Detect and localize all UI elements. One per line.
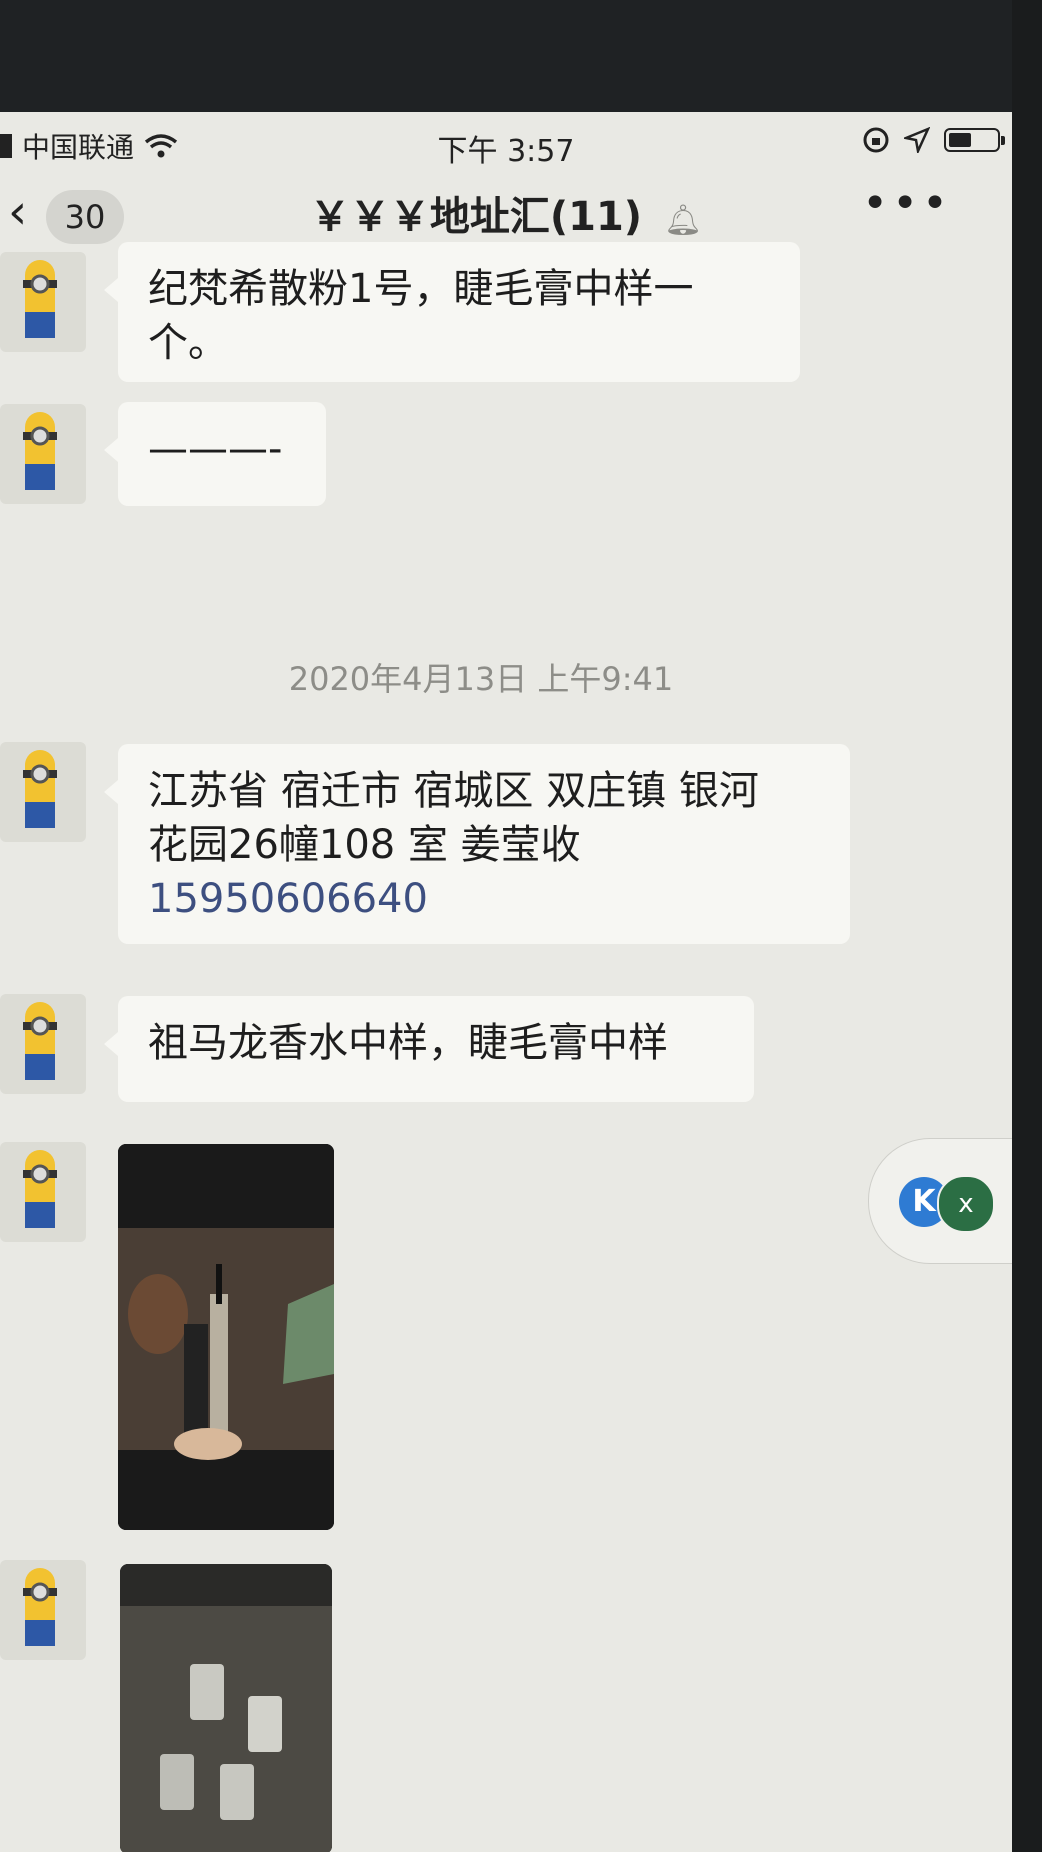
avatar[interactable] bbox=[0, 994, 86, 1094]
avatar[interactable] bbox=[0, 252, 86, 352]
message-text-line: 江苏省 宿迁市 宿城区 双庄镇 银河 bbox=[148, 768, 759, 814]
avatar[interactable] bbox=[0, 1560, 86, 1660]
message-text-line: 纪梵希散粉1号，睫毛膏中样一 bbox=[148, 266, 694, 312]
avatar[interactable] bbox=[0, 742, 86, 842]
minion-avatar-icon bbox=[23, 1568, 57, 1646]
mascara-photo bbox=[118, 1144, 334, 1530]
message-text-line: 个。 bbox=[148, 320, 228, 366]
perfume-bottles-photo bbox=[120, 1564, 332, 1852]
image-message-mascara[interactable] bbox=[118, 1144, 334, 1530]
minion-avatar-icon bbox=[23, 412, 57, 490]
image-message-perfume[interactable] bbox=[120, 1564, 332, 1852]
avatar[interactable] bbox=[0, 1142, 86, 1242]
minion-avatar-icon bbox=[23, 1150, 57, 1228]
message-bubble[interactable]: 祖马龙香水中样，睫毛膏中样 bbox=[104, 996, 754, 1102]
mute-bell-icon: 🔔︎ bbox=[664, 203, 703, 238]
orientation-lock-icon bbox=[863, 127, 889, 153]
status-bar: 中国联通 下午 3:57 bbox=[0, 126, 1012, 169]
battery-icon bbox=[944, 128, 1005, 152]
message-text-line: 花园26幢108 室 姜莹收 bbox=[148, 822, 581, 868]
message-text: ———- bbox=[148, 426, 283, 472]
clock: 下午 3:57 bbox=[437, 134, 575, 169]
device-bezel bbox=[1012, 0, 1042, 1852]
message-bubble[interactable]: 纪梵希散粉1号，睫毛膏中样一 个。 bbox=[104, 242, 800, 382]
wechat-chat-screen: 中国联通 下午 3:57 ‹ 30 ￥￥￥地址汇(11) 🔔︎ ••• 纪梵希散… bbox=[0, 112, 1012, 1852]
message-timestamp: 2020年4月13日 上午9:41 bbox=[288, 660, 674, 698]
close-icon[interactable]: x bbox=[937, 1175, 995, 1233]
phone-number-link[interactable]: 15950606640 bbox=[148, 872, 820, 926]
minion-avatar-icon bbox=[23, 260, 57, 338]
chat-title-row: ￥￥￥地址汇(11) 🔔︎ bbox=[0, 184, 1012, 242]
chat-title: ￥￥￥地址汇(11) bbox=[309, 194, 643, 240]
more-options-icon[interactable]: ••• bbox=[862, 178, 952, 229]
message-text: 祖马龙香水中样，睫毛膏中样 bbox=[148, 1020, 668, 1066]
floating-widget[interactable]: K x bbox=[868, 1138, 1012, 1264]
message-bubble[interactable]: ———- bbox=[104, 402, 326, 506]
message-bubble[interactable]: 江苏省 宿迁市 宿城区 双庄镇 银河 花园26幢108 室 姜莹收 159506… bbox=[104, 744, 850, 944]
avatar[interactable] bbox=[0, 404, 86, 504]
minion-avatar-icon bbox=[23, 750, 57, 828]
minion-avatar-icon bbox=[23, 1002, 57, 1080]
location-icon bbox=[904, 127, 930, 153]
